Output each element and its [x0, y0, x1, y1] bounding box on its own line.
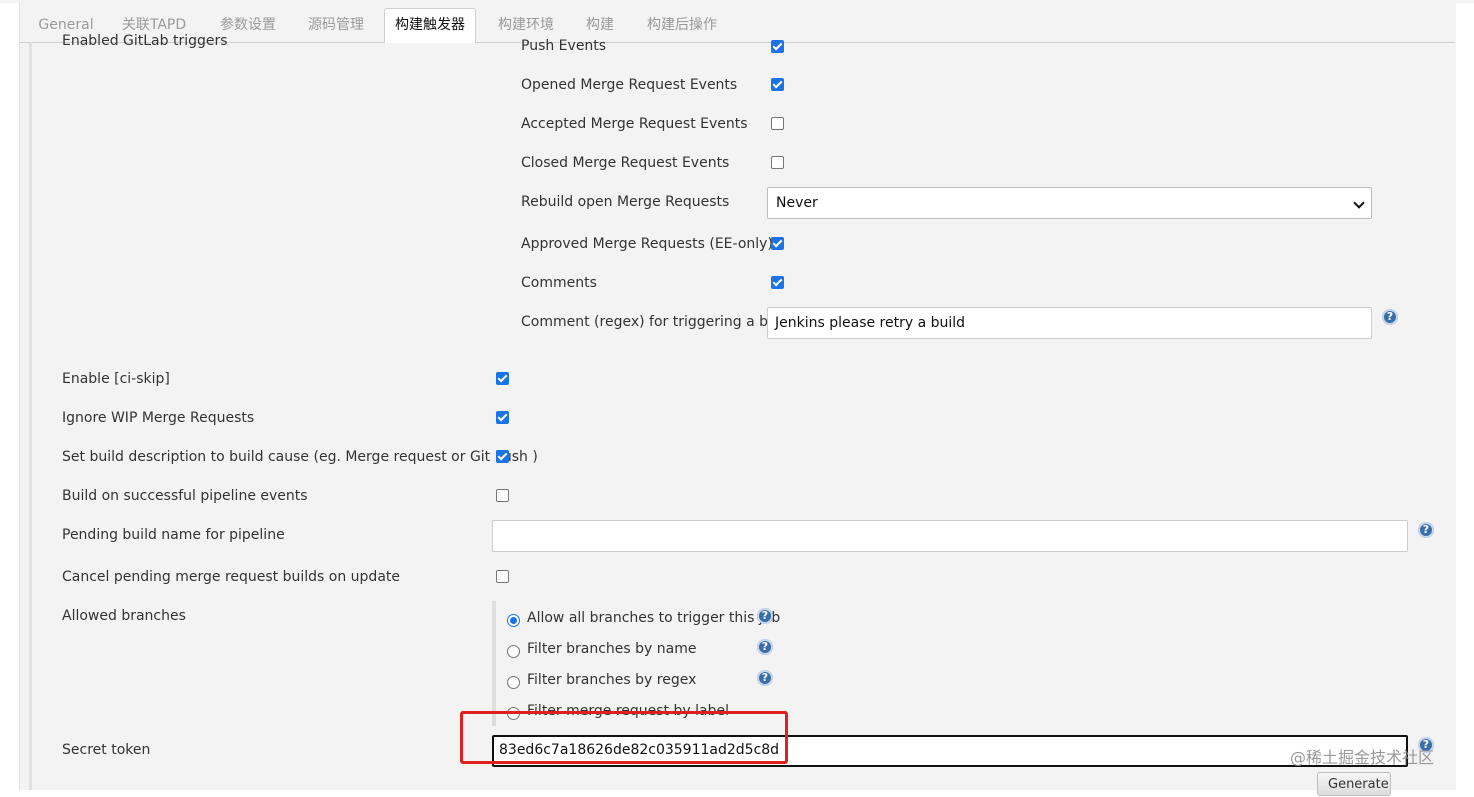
tab-post-build[interactable]: 构建后操作	[634, 9, 730, 42]
pending-build-name-label: Pending build name for pipeline	[62, 527, 285, 543]
help-icon[interactable]: ?	[757, 608, 773, 624]
watermark: @稀土掘金技术社区	[1290, 748, 1435, 767]
ignore-wip-label: Ignore WIP Merge Requests	[62, 410, 255, 426]
build-on-pipeline-label: Build on successful pipeline events	[62, 488, 308, 504]
filter-by-name-label: Filter branches by name	[527, 641, 697, 657]
rebuild-open-mr-label: Rebuild open Merge Requests	[521, 194, 730, 210]
rebuild-open-mr-value: Never	[776, 195, 818, 211]
filter-by-regex-label: Filter branches by regex	[527, 672, 697, 688]
closed-mr-label: Closed Merge Request Events	[521, 155, 730, 171]
ignore-wip-checkbox[interactable]	[496, 411, 509, 424]
filter-by-label-radio[interactable]	[507, 707, 520, 720]
comment-regex-label: Comment (regex) for triggering a build	[521, 314, 794, 330]
cancel-pending-checkbox[interactable]	[496, 570, 509, 583]
approved-mr-checkbox[interactable]	[771, 237, 784, 250]
cancel-pending-label: Cancel pending merge request builds on u…	[62, 569, 401, 585]
allowed-branches-label: Allowed branches	[62, 608, 186, 624]
chevron-down-icon	[1353, 197, 1365, 209]
comments-checkbox[interactable]	[771, 276, 784, 289]
filter-by-label-label: Filter merge request by label	[527, 703, 729, 719]
approved-mr-label: Approved Merge Requests (EE-only)	[521, 236, 773, 252]
allow-all-branches-radio[interactable]	[507, 614, 520, 627]
pending-build-name-input[interactable]	[492, 520, 1408, 552]
opened-mr-label: Opened Merge Request Events	[521, 77, 738, 93]
filter-by-regex-radio[interactable]	[507, 676, 520, 689]
help-icon[interactable]: ?	[1418, 522, 1434, 538]
push-events-checkbox[interactable]	[771, 40, 784, 53]
allow-all-branches-label: Allow all branches to trigger this job	[527, 610, 781, 626]
tab-bar: General 关联TAPD 参数设置 源码管理 构建触发器 构建环境 构建 构…	[20, 4, 1455, 43]
branches-indent-bar	[492, 601, 496, 726]
help-icon[interactable]: ?	[757, 639, 773, 655]
push-events-label: Push Events	[521, 38, 607, 54]
comment-regex-input[interactable]: Jenkins please retry a build	[767, 307, 1372, 339]
accepted-mr-checkbox[interactable]	[771, 117, 784, 130]
set-build-desc-label: Set build description to build cause (eg…	[62, 449, 538, 465]
secret-token-input[interactable]: 83ed6c7a18626de82c035911ad2d5c8d	[492, 735, 1408, 767]
generate-button[interactable]: Generate	[1317, 772, 1391, 796]
tab-source-control[interactable]: 源码管理	[296, 9, 376, 42]
filter-by-name-radio[interactable]	[507, 645, 520, 658]
ci-skip-label: Enable [ci-skip]	[62, 371, 170, 387]
ci-skip-checkbox[interactable]	[496, 372, 509, 385]
rebuild-open-mr-select[interactable]: Never	[767, 187, 1372, 219]
help-icon[interactable]: ?	[757, 670, 773, 686]
tab-build-triggers[interactable]: 构建触发器	[384, 8, 476, 43]
build-on-pipeline-checkbox[interactable]	[496, 489, 509, 502]
opened-mr-checkbox[interactable]	[771, 78, 784, 91]
help-icon[interactable]: ?	[1382, 309, 1398, 325]
gitlab-triggers-label: Enabled GitLab triggers	[62, 33, 228, 49]
set-build-desc-checkbox[interactable]	[496, 450, 509, 463]
comments-label: Comments	[521, 275, 597, 291]
accepted-mr-label: Accepted Merge Request Events	[521, 116, 748, 132]
closed-mr-checkbox[interactable]	[771, 156, 784, 169]
section-indent-bar	[29, 42, 32, 790]
secret-token-label: Secret token	[62, 742, 151, 758]
